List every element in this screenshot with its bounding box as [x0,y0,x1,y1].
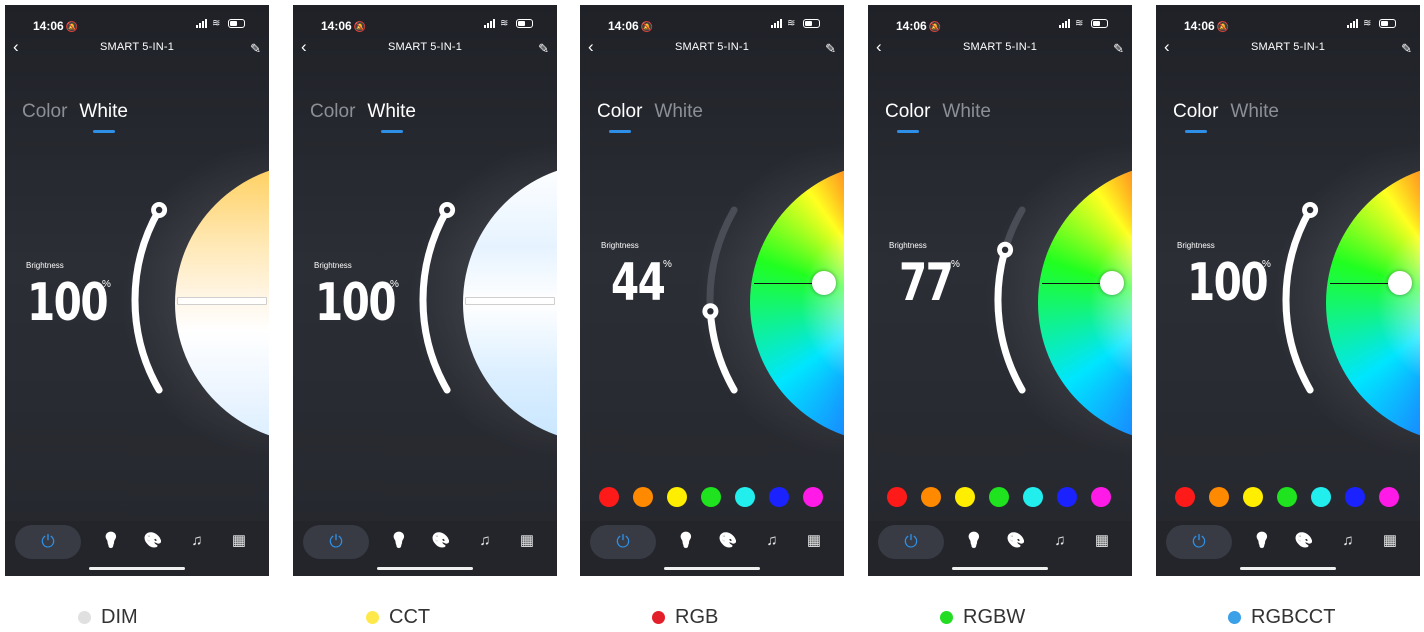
power-button[interactable]: ⏻ [303,525,369,559]
color-swatch[interactable] [1209,487,1229,507]
music-icon[interactable]: ♫ [762,531,782,551]
color-swatch[interactable] [599,487,619,507]
bulb-icon[interactable]: 💡 [964,531,984,551]
brightness-knob-center [1001,246,1009,253]
music-icon[interactable]: ♫ [475,531,495,551]
palette-icon[interactable]: 🎨 [1006,531,1026,551]
color-swatch[interactable] [1091,487,1111,507]
brightness-value: 77 [899,253,954,313]
color-swatch[interactable] [955,487,975,507]
color-swatch[interactable] [1175,487,1195,507]
brightness-value: 100 [315,273,397,333]
caption-dot [366,611,379,624]
bulb-icon[interactable]: 💡 [389,531,409,551]
brightness-value: 100 [1187,253,1269,313]
palette-icon[interactable]: 🎨 [718,531,738,551]
mode-caption: RGBW [940,606,1025,629]
scenes-icon[interactable]: ▦ [1092,531,1112,551]
preset-color-swatches [1175,487,1399,507]
preset-color-swatches [599,487,823,507]
percent-sign: % [390,279,399,290]
palette-icon[interactable]: 🎨 [1294,531,1314,551]
bulb-icon[interactable]: 💡 [1252,531,1272,551]
phone-screen: 14:06 🔕 ≋ ‹ SMART 5-IN-1 ✎ Color White Brightnes… [5,5,269,576]
color-swatch[interactable] [667,487,687,507]
brightness-knob-center [707,308,714,315]
percent-sign: % [1262,259,1271,270]
brightness-knob-center [155,206,163,214]
color-swatch[interactable] [1023,487,1043,507]
brightness-label: Brightness [889,241,927,250]
brightness-knob-center [443,206,451,214]
brightness-value: 44 [611,253,666,313]
color-swatch[interactable] [769,487,789,507]
mode-caption: RGB [652,606,718,629]
power-button[interactable]: ⏻ [590,525,656,559]
caption-text: CCT [389,606,431,628]
color-swatch[interactable] [701,487,721,507]
brightness-fill [1282,206,1314,394]
caption-text: DIM [101,606,138,628]
music-icon[interactable]: ♫ [1338,531,1358,551]
percent-sign: % [102,279,111,290]
power-button[interactable]: ⏻ [15,525,81,559]
brightness-label: Brightness [601,241,639,250]
caption-text: RGB [675,606,719,628]
home-indicator [1240,567,1336,570]
color-swatch[interactable] [803,487,823,507]
brightness-fill [706,307,738,394]
color-swatch[interactable] [1345,487,1365,507]
mode-caption: RGBCCT [1228,606,1335,629]
color-swatch[interactable] [1243,487,1263,507]
phone-screen: 14:06 🔕 ≋ ‹ SMART 5-IN-1 ✎ Color White Brightnes… [1156,5,1420,576]
brightness-fill [419,206,451,394]
brightness-knob-center [1306,206,1314,214]
scenes-icon[interactable]: ▦ [229,531,249,551]
phone-screen: 14:06 🔕 ≋ ‹ SMART 5-IN-1 ✎ Color White Brightnes… [293,5,557,576]
power-button[interactable]: ⏻ [1166,525,1232,559]
color-swatch[interactable] [1311,487,1331,507]
home-indicator [952,567,1048,570]
color-swatch[interactable] [989,487,1009,507]
caption-dot [940,611,953,624]
phone-screen: 14:06 🔕 ≋ ‹ SMART 5-IN-1 ✎ Color White Brightnes… [580,5,844,576]
scenes-icon[interactable]: ▦ [804,531,824,551]
bulb-icon[interactable]: 💡 [676,531,696,551]
caption-dot [78,611,91,624]
scenes-icon[interactable]: ▦ [517,531,537,551]
preset-color-swatches [887,487,1111,507]
music-icon[interactable]: ♫ [187,531,207,551]
power-button[interactable]: ⏻ [878,525,944,559]
percent-sign: % [663,259,672,270]
color-swatch[interactable] [633,487,653,507]
color-swatch[interactable] [921,487,941,507]
caption-text: RGBCCT [1251,606,1336,628]
palette-icon[interactable]: 🎨 [143,531,163,551]
color-swatch[interactable] [887,487,907,507]
color-swatch[interactable] [1277,487,1297,507]
brightness-label: Brightness [26,261,64,270]
brightness-fill [994,246,1026,394]
percent-sign: % [951,259,960,270]
scenes-icon[interactable]: ▦ [1380,531,1400,551]
palette-icon[interactable]: 🎨 [431,531,451,551]
caption-text: RGBW [963,606,1026,628]
mode-caption: DIM [78,606,138,629]
bulb-icon[interactable]: 💡 [101,531,121,551]
color-swatch[interactable] [1379,487,1399,507]
home-indicator [377,567,473,570]
phone-screen: 14:06 🔕 ≋ ‹ SMART 5-IN-1 ✎ Color White Brightnes… [868,5,1132,576]
brightness-value: 100 [27,273,109,333]
brightness-fill [131,206,163,394]
brightness-label: Brightness [314,261,352,270]
music-icon[interactable]: ♫ [1050,531,1070,551]
mode-caption: CCT [366,606,430,629]
color-swatch[interactable] [1057,487,1077,507]
color-swatch[interactable] [735,487,755,507]
home-indicator [664,567,760,570]
home-indicator [89,567,185,570]
caption-dot [652,611,665,624]
brightness-label: Brightness [1177,241,1215,250]
caption-dot [1228,611,1241,624]
